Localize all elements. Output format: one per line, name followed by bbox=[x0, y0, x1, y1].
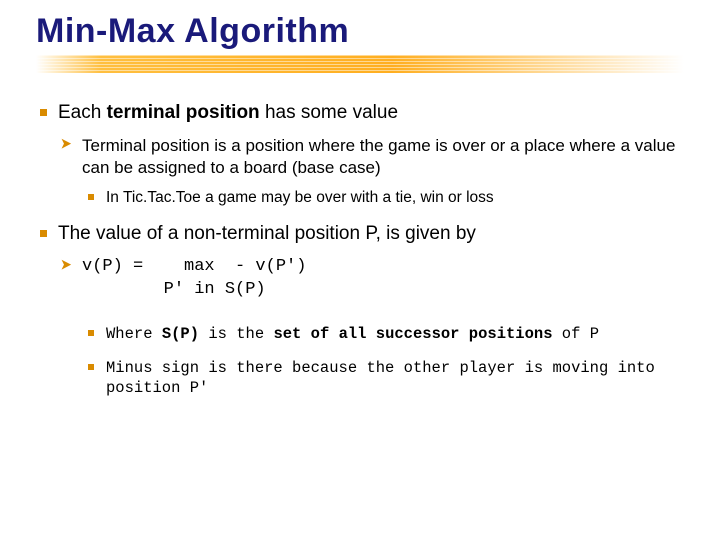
bullet-terminal-position: Each terminal position has some value Te… bbox=[36, 101, 684, 208]
subsub-bullet-minus-sign: Minus sign is there because the other pl… bbox=[82, 358, 684, 398]
slide-title: Min-Max Algorithm bbox=[36, 12, 684, 51]
subsub-list: Where S(P) is the set of all successor p… bbox=[82, 324, 684, 398]
text-fragment: of P bbox=[553, 325, 600, 343]
title-underline bbox=[36, 55, 684, 73]
sub-bullet-terminal-def: Terminal position is a position where th… bbox=[58, 135, 684, 209]
sub-bullet-formula: v(P) = max - v(P') P' in S(P) Where S(P)… bbox=[58, 256, 684, 398]
text-fragment: Where bbox=[106, 325, 162, 343]
text-bold: set of all successor positions bbox=[273, 325, 552, 343]
text-line: The value of a non-terminal position P, … bbox=[58, 223, 476, 244]
formula-line2: P' in S(P) bbox=[82, 279, 684, 302]
sub-list: Terminal position is a position where th… bbox=[58, 135, 684, 209]
text-fragment: is the bbox=[199, 325, 273, 343]
bullet-nonterminal-value: The value of a non-terminal position P, … bbox=[36, 222, 684, 398]
subsub-bullet-sp-def: Where S(P) is the set of all successor p… bbox=[82, 324, 684, 344]
slide: Min-Max Algorithm Each terminal position… bbox=[0, 0, 720, 432]
text-line: Terminal position is a position where th… bbox=[82, 136, 675, 177]
formula-line1: v(P) = max - v(P') bbox=[82, 256, 684, 279]
text-fragment: has some value bbox=[260, 102, 398, 123]
subsub-list: In Tic.Tac.Toe a game may be over with a… bbox=[82, 188, 684, 208]
sub-list: v(P) = max - v(P') P' in S(P) Where S(P)… bbox=[58, 256, 684, 398]
subsub-bullet-tictactoe: In Tic.Tac.Toe a game may be over with a… bbox=[82, 188, 684, 208]
text-bold: terminal position bbox=[107, 102, 260, 123]
text-fragment: Each bbox=[58, 102, 107, 123]
bullet-list: Each terminal position has some value Te… bbox=[36, 101, 684, 398]
text-bold: S(P) bbox=[162, 325, 199, 343]
